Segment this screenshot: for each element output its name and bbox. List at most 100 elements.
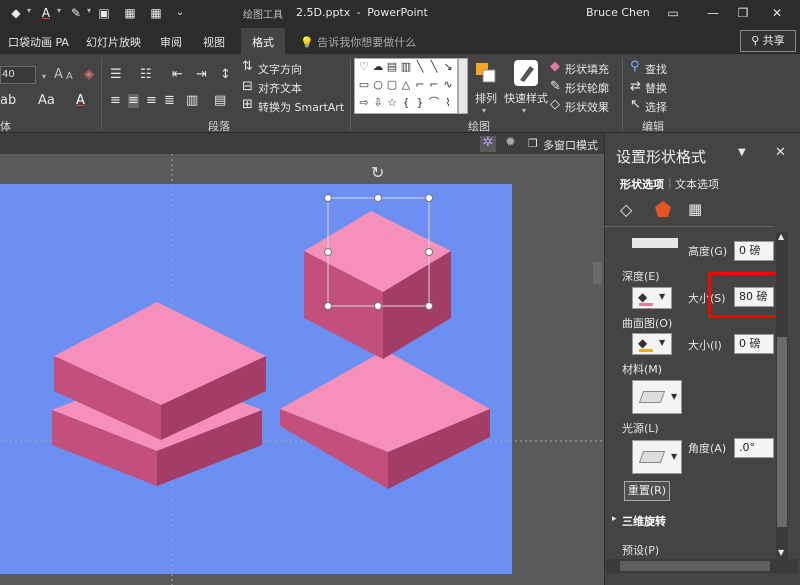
reset-button[interactable]: 重置(R) xyxy=(624,481,670,501)
pane-close-icon[interactable]: ✕ xyxy=(775,145,786,160)
contour-color-dropdown[interactable]: ◆ ▼ xyxy=(632,333,672,355)
arrow-line-icon[interactable]: ↘ xyxy=(441,61,455,73)
align-text-button[interactable]: 对齐文本 xyxy=(258,80,302,96)
change-case-icon[interactable]: Aa xyxy=(38,94,55,108)
oval-shape-icon[interactable]: ○ xyxy=(371,79,385,91)
lighting-dropdown[interactable]: ▼ xyxy=(632,440,682,474)
scroll-down-icon[interactable]: ▼ xyxy=(778,548,784,557)
font-grow-icon[interactable]: A xyxy=(54,68,63,82)
arrow-right-icon[interactable]: ⇨ xyxy=(357,97,371,109)
cloud-shape-icon[interactable]: ☁ xyxy=(371,61,385,73)
shapes-gallery[interactable]: ♡ ☁ ▤ ▥ ╲ ╲ ↘ ▭ ○ ▢ △ ⌐ ⌐ ∿ ⇨ ⇩ ☆ { } ⌒ … xyxy=(354,58,458,114)
pane-hscroll-thumb[interactable] xyxy=(620,561,770,571)
effects-pentagon-icon[interactable] xyxy=(654,200,672,218)
chevron-down-icon[interactable]: ▾ xyxy=(42,70,46,84)
tab-pocket-animation[interactable]: 口袋动画 PA xyxy=(8,34,69,50)
ribbon-options-icon[interactable]: ▭ xyxy=(660,4,686,22)
justify-icon[interactable]: ≣ xyxy=(164,94,175,108)
multiwindow-button[interactable]: 多窗口模式 xyxy=(543,137,598,153)
distribute-icon[interactable]: ▤ xyxy=(214,94,226,108)
arrow-down-icon[interactable]: ⇩ xyxy=(371,97,385,109)
increase-indent-icon[interactable]: ⇥ xyxy=(196,68,207,82)
replace-button[interactable]: 替换 xyxy=(645,80,667,96)
arc-shape-icon[interactable]: ⌒ xyxy=(427,97,441,109)
pane-scroll-thumb[interactable] xyxy=(777,337,787,527)
brace-shape-icon[interactable]: { xyxy=(399,97,413,109)
chevron-down-icon[interactable]: ▾ xyxy=(87,6,91,15)
paint-bucket-icon[interactable]: ◆ xyxy=(8,5,24,21)
tab-slideshow[interactable]: 幻灯片放映 xyxy=(86,34,141,50)
columns-icon[interactable]: ▥ xyxy=(186,94,198,108)
gear-icon[interactable]: ✹ xyxy=(505,136,516,150)
pane-options-dropdown[interactable]: ▼ xyxy=(738,147,746,158)
numbering-icon[interactable]: ☷ xyxy=(140,68,152,82)
line-shape-icon-2[interactable]: ╲ xyxy=(427,61,441,73)
align-center-icon[interactable]: ≡ xyxy=(128,94,139,108)
customize-toolbar-icon[interactable]: ⌄ xyxy=(172,5,188,21)
connector-icon-2[interactable]: ⌐ xyxy=(427,79,441,91)
font-shrink-icon[interactable]: A xyxy=(66,70,73,84)
convert-smartart-button[interactable]: 转换为 SmartArt xyxy=(258,99,344,115)
shape-fill-button[interactable]: 形状填充 xyxy=(565,61,609,77)
rotate-handle-icon[interactable]: ↻ xyxy=(371,163,384,182)
freeform-icon[interactable]: ⌇ xyxy=(441,97,455,109)
size-properties-icon[interactable]: ▦ xyxy=(688,200,702,218)
bevel-preview-clip[interactable] xyxy=(632,238,678,248)
close-button[interactable]: ✕ xyxy=(764,4,790,22)
slide-canvas[interactable]: ↻ xyxy=(0,154,604,585)
tab-shape-options[interactable]: 形状选项 xyxy=(620,176,664,192)
line-spacing-icon[interactable]: ↕ xyxy=(220,68,231,82)
fill-line-icon[interactable]: ◇ xyxy=(620,200,632,219)
height-input[interactable]: 0 磅 xyxy=(734,241,774,261)
heart-shape-icon[interactable]: ♡ xyxy=(357,61,371,73)
pen-icon[interactable]: ✎ xyxy=(68,5,84,21)
contour-size-input[interactable]: 0 磅 xyxy=(734,334,774,354)
angle-input[interactable]: .0° xyxy=(734,438,774,458)
user-name[interactable]: Bruce Chen xyxy=(586,6,650,19)
gallery-icon[interactable]: ▦ xyxy=(122,5,138,21)
textbox-shape-icon[interactable]: ▤ xyxy=(385,61,399,73)
text-direction-button[interactable]: 文字方向 xyxy=(258,61,302,77)
rounded-rect-icon[interactable]: ▢ xyxy=(385,79,399,91)
rectangle-shape-icon[interactable]: ▭ xyxy=(357,79,371,91)
share-button[interactable]: ⚲ 共享 xyxy=(740,30,796,52)
canvas-scroll-thumb[interactable] xyxy=(593,262,602,284)
bug-icon[interactable]: ✲ xyxy=(480,136,496,152)
rotation-section-header[interactable]: 三维旋转 xyxy=(622,513,666,529)
font-color-icon[interactable]: A xyxy=(38,5,54,21)
brace-shape-icon-2[interactable]: } xyxy=(413,97,427,109)
line-shape-icon[interactable]: ╲ xyxy=(413,61,427,73)
scroll-up-icon[interactable]: ▲ xyxy=(778,232,784,241)
curve-icon[interactable]: ∿ xyxy=(441,79,455,91)
restore-button[interactable]: ❐ xyxy=(730,4,756,22)
shape-effects-button[interactable]: 形状效果 xyxy=(565,99,609,115)
clear-format-icon[interactable]: ◈ xyxy=(84,68,94,82)
star-shape-icon[interactable]: ☆ xyxy=(385,97,399,109)
material-dropdown[interactable]: ▼ xyxy=(632,380,682,414)
tab-review[interactable]: 审阅 xyxy=(160,34,182,50)
select-button[interactable]: 选择 xyxy=(645,99,667,115)
minimize-button[interactable]: — xyxy=(700,4,726,22)
find-button[interactable]: 查找 xyxy=(645,61,667,77)
chevron-down-icon[interactable]: ▾ xyxy=(482,104,486,118)
align-right-icon[interactable]: ≡ xyxy=(146,94,157,108)
align-left-icon[interactable]: ≡ xyxy=(110,94,121,108)
gallery-icon-2[interactable]: ▦ xyxy=(148,5,164,21)
chevron-down-icon[interactable]: ▾ xyxy=(522,104,526,118)
font-color-icon[interactable]: A xyxy=(76,94,85,108)
triangle-shape-icon[interactable]: △ xyxy=(399,79,413,91)
depth-color-dropdown[interactable]: ◆ ▼ xyxy=(632,287,672,309)
chevron-down-icon[interactable]: ▾ xyxy=(57,6,61,15)
tab-text-options[interactable]: 文本选项 xyxy=(675,176,719,192)
bullets-icon[interactable]: ☰ xyxy=(110,68,122,82)
collapse-arrow-icon[interactable]: ▸ xyxy=(612,514,617,524)
tab-format[interactable]: 格式 xyxy=(252,34,274,50)
shape-outline-button[interactable]: 形状轮廓 xyxy=(565,80,609,96)
font-size-box[interactable]: 40 xyxy=(0,66,36,84)
strikethrough-icon[interactable]: ab xyxy=(0,94,16,108)
decrease-indent-icon[interactable]: ⇤ xyxy=(172,68,183,82)
gallery-scroll[interactable] xyxy=(458,58,468,114)
chevron-down-icon[interactable]: ▾ xyxy=(27,6,31,15)
tab-view[interactable]: 视图 xyxy=(203,34,225,50)
slideshow-icon[interactable]: ▣ xyxy=(96,5,112,21)
